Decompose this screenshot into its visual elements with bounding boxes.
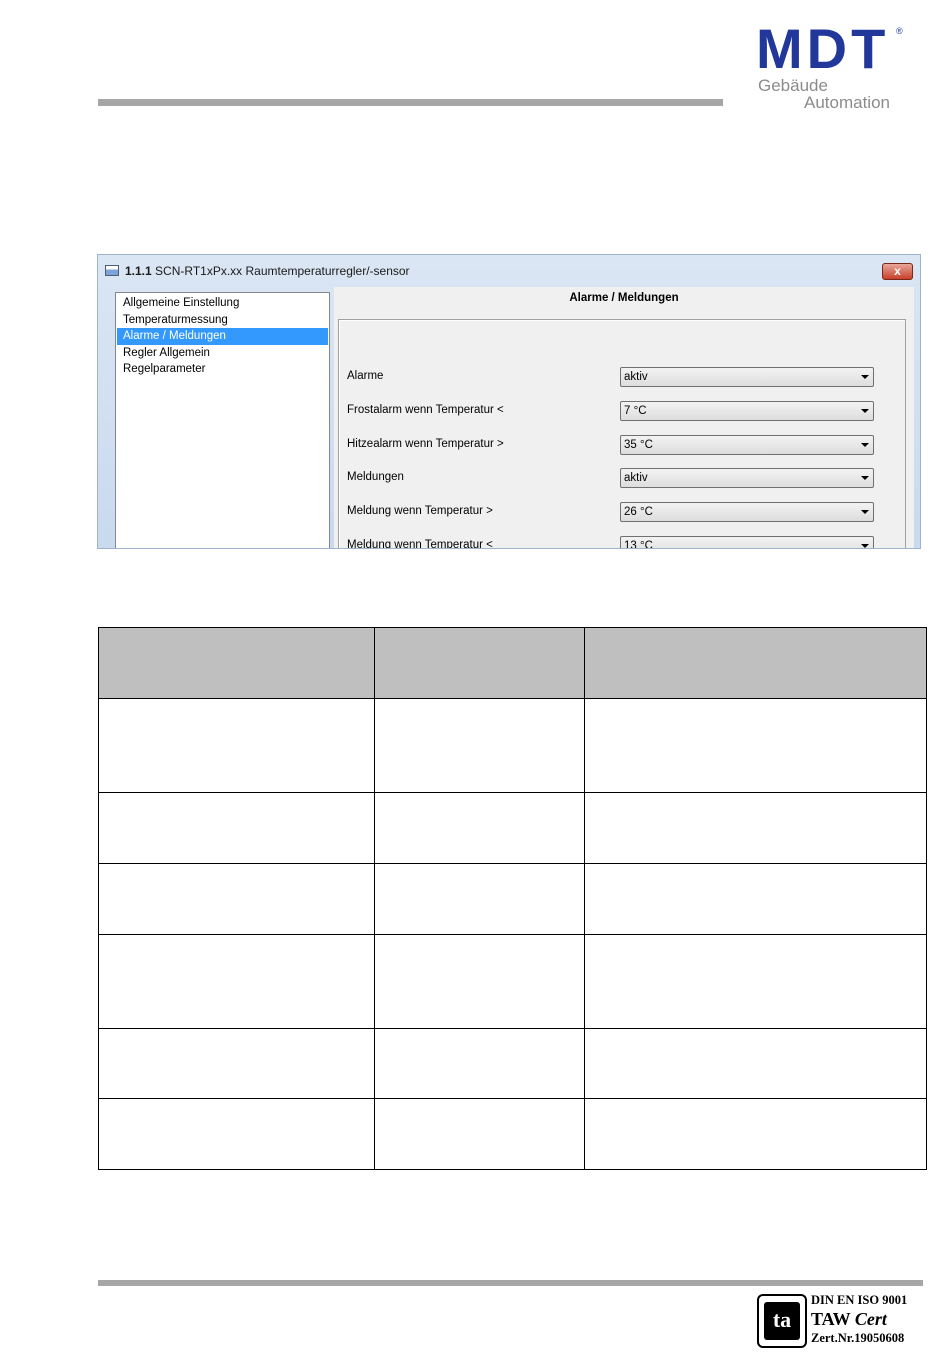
param-label-alarme: Alarme — [347, 370, 384, 382]
param-label-meldung-hoch: Meldung wenn Temperatur > — [347, 505, 493, 517]
cert-issuer-taw: TAW — [811, 1309, 855, 1329]
cert-issuer-cert: Cert — [854, 1309, 887, 1329]
cert-number: Zert.Nr.19050608 — [811, 1331, 905, 1345]
cert-issuer: TAW Cert — [811, 1308, 907, 1330]
table-cell — [98, 1098, 375, 1170]
table-cell — [584, 698, 927, 793]
parameter-dialog: 1.1.1 SCN-RT1xPx.xx Raumtemperaturregler… — [97, 254, 921, 549]
parameter-table — [98, 627, 927, 1170]
combo-meldung-hoch[interactable]: 26 °C — [620, 502, 874, 522]
footer-rule — [98, 1280, 923, 1286]
dropdown-arrow-icon — [861, 510, 869, 514]
combo-value: 13 °C — [624, 540, 653, 549]
table-cell — [374, 934, 585, 1029]
tree-item-allgemeine-einstellung[interactable]: Allgemeine Einstellung — [117, 295, 328, 312]
dialog-title: 1.1.1 SCN-RT1xPx.xx Raumtemperaturregler… — [125, 264, 410, 278]
table-cell — [584, 934, 927, 1029]
combo-frostalarm[interactable]: 7 °C — [620, 401, 874, 421]
logo-mark: MDT — [756, 17, 890, 80]
combo-hitzealarm[interactable]: 35 °C — [620, 435, 874, 455]
logo-registered: ® — [896, 26, 903, 36]
table-cell — [374, 698, 585, 793]
table-cell — [584, 792, 927, 864]
table-cell — [98, 934, 375, 1029]
param-label-frostalarm: Frostalarm wenn Temperatur < — [347, 404, 504, 416]
dialog-title-text: SCN-RT1xPx.xx Raumtemperaturregler/-sens… — [151, 264, 410, 278]
mdt-logo: MDT ® Gebäude Automation — [756, 17, 916, 116]
table-cell — [374, 792, 585, 864]
param-label-meldung-tief: Meldung wenn Temperatur < — [347, 539, 493, 549]
combo-meldung-tief[interactable]: 13 °C — [620, 536, 874, 549]
table-cell — [98, 698, 375, 793]
table-row — [98, 1028, 927, 1099]
table-cell — [98, 1028, 375, 1099]
table-header-row — [98, 627, 927, 699]
table-cell — [584, 1098, 927, 1170]
dropdown-arrow-icon — [861, 476, 869, 480]
dropdown-arrow-icon — [861, 409, 869, 413]
tree-item-regelparameter[interactable]: Regelparameter — [117, 361, 328, 378]
table-row — [98, 934, 927, 1029]
table-row — [98, 698, 927, 793]
combo-meldungen[interactable]: aktiv — [620, 468, 874, 488]
table-header-cell — [374, 627, 585, 699]
dialog-title-number: 1.1.1 — [125, 264, 152, 278]
table-row — [98, 863, 927, 935]
parameter-tree: Allgemeine Einstellung Temperaturmessung… — [115, 292, 330, 548]
table-cell — [374, 863, 585, 935]
dropdown-arrow-icon — [861, 375, 869, 379]
dialog-titlebar: 1.1.1 SCN-RT1xPx.xx Raumtemperaturregler… — [98, 255, 920, 287]
table-cell — [374, 1028, 585, 1099]
certification-text: DIN EN ISO 9001 TAW Cert Zert.Nr.1905060… — [811, 1292, 907, 1346]
table-header-cell — [98, 627, 375, 699]
cert-standard: DIN EN ISO 9001 — [811, 1293, 908, 1307]
taw-logo-mark: ta — [764, 1302, 800, 1340]
dropdown-arrow-icon — [861, 544, 869, 548]
combo-value: 7 °C — [624, 405, 647, 417]
panel-title: Alarme / Meldungen — [569, 292, 679, 304]
combo-value: aktiv — [624, 371, 648, 383]
dropdown-arrow-icon — [861, 443, 869, 447]
table-cell — [98, 863, 375, 935]
tree-item-temperaturmessung[interactable]: Temperaturmessung — [117, 312, 328, 329]
combo-alarme[interactable]: aktiv — [620, 367, 874, 387]
param-label-hitzealarm: Hitzealarm wenn Temperatur > — [347, 438, 504, 450]
param-label-meldungen: Meldungen — [347, 471, 404, 483]
table-cell — [374, 1098, 585, 1170]
header-rule — [98, 99, 723, 106]
window-icon — [105, 265, 119, 276]
combo-value: 35 °C — [624, 439, 653, 451]
table-cell — [98, 792, 375, 864]
parameter-panel: Alarme / Meldungen Alarme aktiv Frostala… — [334, 287, 914, 549]
taw-cert-logo: ta — [757, 1294, 807, 1348]
logo-line-automation: Automation — [804, 93, 890, 112]
combo-value: aktiv — [624, 472, 648, 484]
table-cell — [584, 863, 927, 935]
tree-item-regler-allgemein[interactable]: Regler Allgemein — [117, 345, 328, 362]
close-button[interactable]: x — [882, 263, 913, 280]
tree-item-alarme-meldungen[interactable]: Alarme / Meldungen — [117, 328, 328, 345]
table-cell — [584, 1028, 927, 1099]
parameter-group: Alarme aktiv Frostalarm wenn Temperatur … — [338, 319, 906, 549]
combo-value: 26 °C — [624, 506, 653, 518]
table-row — [98, 792, 927, 864]
table-header-cell — [584, 627, 927, 699]
table-row — [98, 1098, 927, 1170]
